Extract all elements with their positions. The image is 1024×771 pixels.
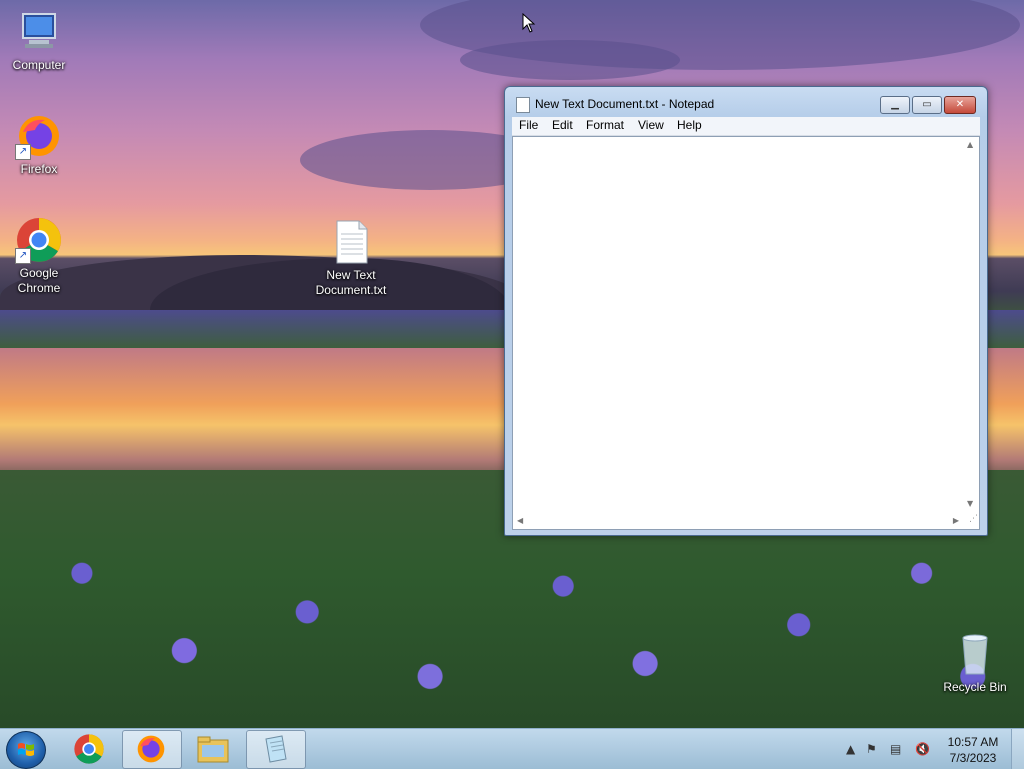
title-bar[interactable]: New Text Document.txt - Notepad ▁ ▭ ✕ [505, 87, 987, 117]
desktop-icon-firefox[interactable]: ↗ Firefox [1, 112, 77, 177]
maximize-icon: ▭ [922, 99, 932, 110]
desktop-icon-chrome[interactable]: ↗ Google Chrome [1, 216, 77, 296]
show-desktop-button[interactable] [1011, 729, 1024, 769]
shortcut-arrow-icon: ↗ [15, 248, 31, 264]
scroll-up-icon[interactable]: ▲ [967, 140, 973, 149]
vertical-scrollbar[interactable]: ▲ ▼ [963, 137, 979, 511]
show-hidden-icons-icon[interactable]: ▲ [846, 742, 855, 756]
close-icon: ✕ [955, 99, 965, 110]
desktop-icon-label: Computer [12, 58, 66, 72]
notepad-icon [265, 735, 287, 763]
shortcut-arrow-icon: ↗ [15, 144, 31, 160]
chrome-icon: ↗ [15, 216, 63, 264]
windows-logo-icon [18, 743, 34, 756]
window-title: New Text Document.txt - Notepad [535, 97, 715, 111]
minimize-button[interactable]: ▁ [880, 96, 910, 114]
taskbar-explorer-button[interactable] [184, 730, 242, 767]
network-icon[interactable]: ▤ [890, 742, 901, 756]
desktop-icon-recycle-bin[interactable]: Recycle Bin [937, 630, 1013, 695]
minimize-icon: ▁ [891, 99, 899, 110]
volume-muted-icon[interactable]: 🔇 [915, 742, 930, 756]
desktop-icon-text-document[interactable]: New Text Document.txt [313, 218, 389, 298]
chrome-icon [74, 734, 104, 764]
clock-date: 7/3/2023 [949, 751, 997, 765]
text-file-icon [327, 218, 375, 266]
menu-file[interactable]: File [519, 118, 538, 132]
computer-icon [15, 8, 63, 56]
recycle-bin-icon [951, 630, 999, 678]
system-clock[interactable]: 10:57 AM 7/3/2023 [940, 734, 1006, 766]
horizontal-scrollbar[interactable]: ◀ ▶ [513, 513, 963, 529]
desktop-icon-label: New Text Document.txt [315, 268, 387, 297]
firefox-icon: ↗ [15, 112, 63, 160]
taskbar-firefox-button[interactable] [122, 730, 182, 769]
menu-format[interactable]: Format [586, 118, 624, 132]
cloud [460, 40, 680, 80]
menu-help[interactable]: Help [677, 118, 702, 132]
taskbar-notepad-button[interactable] [246, 730, 306, 769]
scroll-left-icon[interactable]: ◀ [517, 516, 523, 525]
resize-grip-icon[interactable]: ⋰ [964, 514, 978, 528]
file-explorer-icon [197, 736, 229, 763]
taskbar: ▲ ⚑ ▤ 🔇 10:57 AM 7/3/2023 [0, 728, 1024, 769]
desktop-icon-label: Recycle Bin [943, 680, 1007, 694]
taskbar-chrome-button[interactable] [60, 730, 118, 767]
menu-edit[interactable]: Edit [552, 118, 573, 132]
desktop-icon-label: Google Chrome [17, 266, 61, 295]
action-center-icon[interactable]: ⚑ [866, 742, 877, 756]
text-editor[interactable]: ▲ ▼ ◀ ▶ ⋰ [512, 136, 980, 530]
clock-time: 10:57 AM [947, 735, 999, 749]
close-button[interactable]: ✕ [944, 96, 976, 114]
scroll-down-icon[interactable]: ▼ [967, 499, 973, 508]
desktop-icon-label: Firefox [20, 162, 58, 176]
notepad-icon [516, 97, 530, 113]
desktop-icon-computer[interactable]: Computer [1, 8, 77, 73]
scroll-right-icon[interactable]: ▶ [953, 516, 959, 525]
menu-view[interactable]: View [638, 118, 664, 132]
maximize-button[interactable]: ▭ [912, 96, 942, 114]
firefox-icon [137, 735, 165, 763]
notepad-window[interactable]: New Text Document.txt - Notepad ▁ ▭ ✕ Fi… [504, 86, 988, 536]
start-button[interactable] [6, 731, 46, 769]
menu-bar: File Edit Format View Help [512, 117, 980, 136]
